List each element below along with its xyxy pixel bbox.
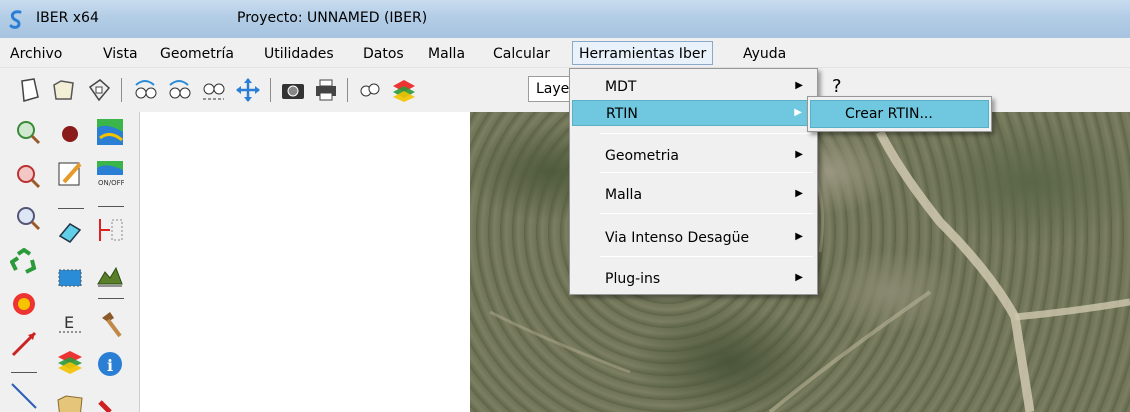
- point-icon[interactable]: [56, 120, 84, 148]
- label-e-icon[interactable]: E: [56, 308, 84, 336]
- svg-text:E: E: [64, 313, 74, 332]
- layers-icon[interactable]: [391, 77, 417, 103]
- toolbar-separator: [121, 78, 122, 102]
- draw-line-icon[interactable]: [10, 330, 38, 358]
- toolbar-separator: [347, 78, 348, 102]
- profile-icon[interactable]: [96, 260, 124, 288]
- tool-palette: E ON/OFF i: [0, 112, 140, 412]
- menu-archivo[interactable]: Archivo: [10, 46, 62, 62]
- menu-vista[interactable]: Vista: [103, 46, 138, 62]
- terrain-map-icon[interactable]: [96, 118, 124, 146]
- menu-item-rtin[interactable]: RTIN ▶: [572, 100, 815, 126]
- cross-section-icon[interactable]: [96, 216, 124, 244]
- menu-herramientas-iber[interactable]: Herramientas Iber: [572, 41, 714, 65]
- submenu-arrow-icon: ▶: [795, 149, 803, 160]
- select-box-icon[interactable]: [56, 262, 84, 290]
- palette-separator: [58, 208, 84, 209]
- explode-icon[interactable]: [10, 290, 38, 318]
- menu-utilidades[interactable]: Utilidades: [264, 46, 334, 62]
- menu-separator: [600, 133, 813, 134]
- hammer-icon[interactable]: [96, 310, 124, 338]
- svg-text:i: i: [107, 356, 113, 375]
- iber-app-icon[interactable]: [8, 10, 24, 30]
- eraser-icon[interactable]: [56, 218, 84, 246]
- zoom-in-icon[interactable]: [14, 118, 42, 146]
- redraw-icon[interactable]: [10, 248, 38, 276]
- app-name: IBER x64: [36, 10, 99, 26]
- menu-calcular[interactable]: Calcular: [493, 46, 550, 62]
- menu-ayuda[interactable]: Ayuda: [743, 46, 786, 62]
- open-folder-icon[interactable]: [51, 77, 77, 103]
- help-icon[interactable]: ?: [832, 76, 842, 97]
- submenu-arrow-icon: ▶: [795, 231, 803, 242]
- menu-item-label: Geometria: [605, 148, 679, 164]
- submenu-arrow-icon: ▶: [795, 188, 803, 199]
- palette-separator: [98, 206, 124, 207]
- tool-icon[interactable]: [96, 392, 124, 412]
- menu-item-label: Malla: [605, 187, 643, 203]
- toolbar-separator: [270, 78, 271, 102]
- herramientas-iber-menu: MDT ▶ RTIN ▶ Geometria ▶ Malla ▶ Via Int…: [569, 68, 818, 295]
- submenu-arrow-icon: ▶: [795, 272, 803, 283]
- menu-item-label: MDT: [605, 79, 637, 95]
- drawing-canvas[interactable]: [141, 112, 470, 412]
- camera-icon[interactable]: [280, 77, 306, 103]
- submenu-arrow-icon: ▶: [794, 107, 802, 118]
- menu-geometria[interactable]: Geometría: [160, 46, 234, 62]
- menu-item-plug-ins[interactable]: Plug-ins ▶: [572, 266, 815, 292]
- menu-separator: [600, 172, 813, 173]
- print-icon[interactable]: [313, 77, 339, 103]
- svg-text:ON/OFF: ON/OFF: [98, 179, 124, 187]
- palette-separator: [11, 372, 37, 373]
- zoom-frame-icon[interactable]: [14, 204, 42, 232]
- info-icon[interactable]: i: [96, 350, 124, 378]
- rotate-view-icon-2[interactable]: [166, 77, 192, 103]
- menu-item-label: Crear RTIN...: [845, 106, 933, 122]
- new-file-icon[interactable]: [16, 77, 42, 103]
- menu-separator: [600, 213, 813, 214]
- menu-item-label: Plug-ins: [605, 271, 661, 287]
- edit-pencil-icon[interactable]: [56, 160, 84, 188]
- title-bar: IBER x64 Proyecto: UNNAMED (IBER): [0, 0, 1130, 38]
- draw-curve-icon[interactable]: [10, 382, 38, 410]
- terrain-onoff-icon[interactable]: ON/OFF: [96, 160, 124, 188]
- folder-icon[interactable]: [56, 390, 84, 412]
- submenu-arrow-icon: ▶: [795, 80, 803, 91]
- rtin-submenu: Crear RTIN...: [807, 96, 992, 132]
- menu-bar: Archivo Vista Geometría Utilidades Datos…: [0, 38, 1130, 68]
- menu-item-crear-rtin[interactable]: Crear RTIN...: [810, 100, 989, 128]
- palette-separator: [98, 298, 124, 299]
- window-title: Proyecto: UNNAMED (IBER): [237, 10, 428, 26]
- menu-item-malla[interactable]: Malla ▶: [572, 182, 815, 208]
- menu-item-label: Via Intenso Desagüe: [605, 230, 750, 246]
- zoom-out-icon[interactable]: [14, 162, 42, 190]
- rotate-view-icon[interactable]: [132, 77, 158, 103]
- menu-datos[interactable]: Datos: [363, 46, 404, 62]
- menu-item-mdt[interactable]: MDT ▶: [572, 74, 815, 100]
- menu-item-geometria[interactable]: Geometria ▶: [572, 143, 815, 169]
- menu-item-label: RTIN: [606, 106, 638, 122]
- layers-stack-icon[interactable]: [56, 348, 84, 376]
- pan-move-icon[interactable]: [235, 77, 261, 103]
- menu-item-via-intenso-desague[interactable]: Via Intenso Desagüe ▶: [572, 225, 815, 251]
- menu-malla[interactable]: Malla: [428, 46, 465, 62]
- find-icon[interactable]: [357, 77, 383, 103]
- save-icon[interactable]: [86, 77, 112, 103]
- view-options-icon[interactable]: [200, 77, 226, 103]
- menu-separator: [600, 256, 813, 257]
